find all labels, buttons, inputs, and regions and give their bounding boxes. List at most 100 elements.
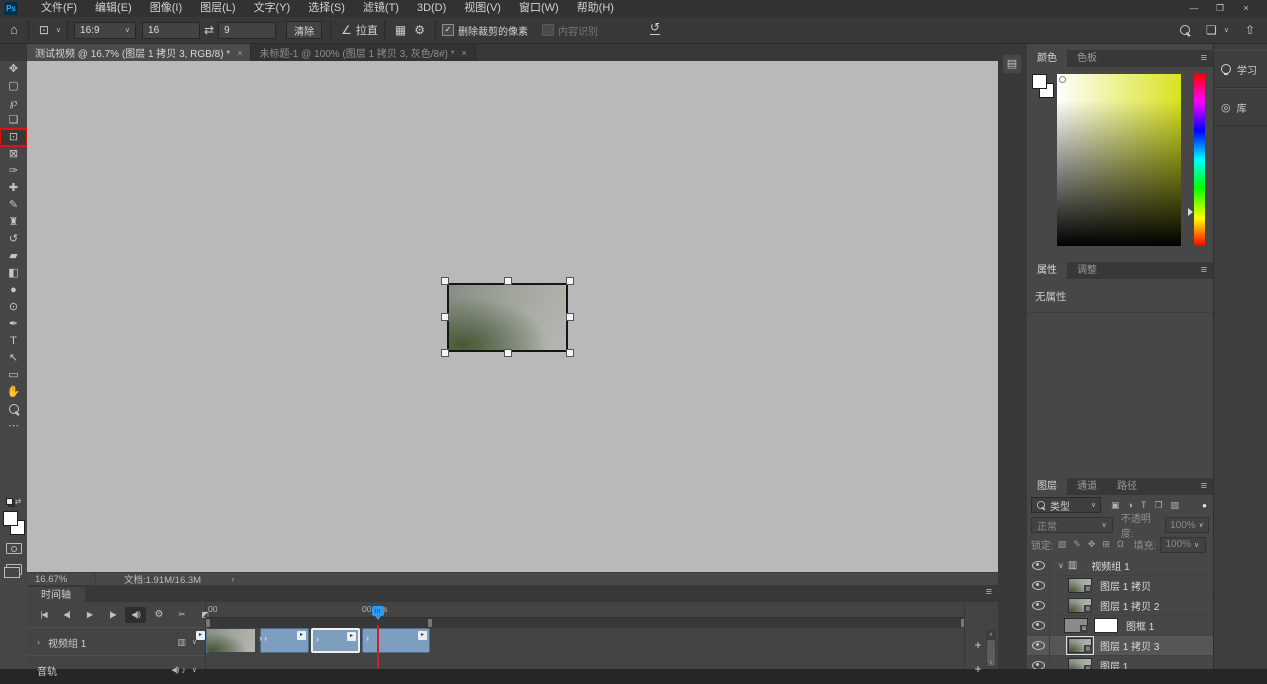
timeline-clip[interactable]: › ▸: [311, 628, 360, 653]
clip-properties-button[interactable]: ▸: [297, 631, 306, 640]
quick-mask-button[interactable]: [6, 543, 22, 554]
crop-handle[interactable]: [441, 349, 449, 357]
rectangle-tool[interactable]: ▭: [0, 367, 27, 384]
foreground-color-swatch[interactable]: [3, 511, 18, 526]
layer-filter-select[interactable]: 类型 ∨: [1031, 497, 1101, 513]
lock-icon[interactable]: ⊞: [1102, 539, 1110, 550]
layer-row[interactable]: ∨ ▥ ▥ ⊠ 图层 1 拷贝 2: [1027, 596, 1213, 616]
layer-thumbnail[interactable]: ▥: [1068, 658, 1092, 669]
document-image[interactable]: [447, 283, 568, 352]
eyedropper-tool[interactable]: ✑: [0, 163, 27, 180]
visibility-toggle[interactable]: [1027, 616, 1050, 635]
crop-handle[interactable]: [566, 349, 574, 357]
menu-item[interactable]: 文字(Y): [245, 0, 300, 17]
clip-chevron-icon[interactable]: ›: [264, 633, 267, 643]
scroll-down-icon[interactable]: ∨: [986, 659, 996, 666]
lock-icon[interactable]: ✎: [1073, 539, 1081, 550]
layer-row[interactable]: ∨ ▥ ▥ ⊠ 视频组 1: [1027, 556, 1213, 576]
document-tab[interactable]: 未标题-1 @ 100% (图层 1 拷贝 3, 灰色/8#) * ×: [251, 44, 475, 61]
chevron-icon[interactable]: ›: [37, 637, 40, 647]
type-tool[interactable]: T: [0, 333, 27, 350]
timeline-clip[interactable]: › ▸: [362, 628, 430, 653]
menu-item[interactable]: 选择(S): [299, 0, 354, 17]
clip-properties-button[interactable]: ▸: [196, 631, 205, 640]
window-control-icon[interactable]: ×: [1233, 0, 1259, 17]
hue-strip[interactable]: [1194, 74, 1205, 246]
add-audio-button[interactable]: +: [971, 662, 985, 676]
transport-button[interactable]: ✂: [171, 607, 192, 623]
panel-tab[interactable]: 图层: [1027, 478, 1067, 495]
menu-item[interactable]: 帮助(H): [568, 0, 623, 17]
history-panel-icon[interactable]: ▤: [1003, 55, 1021, 73]
hand-tool[interactable]: ✋: [0, 384, 27, 401]
chevron-down-icon[interactable]: ∨: [192, 666, 197, 674]
panel-tab[interactable]: 调整: [1067, 262, 1107, 279]
layer-row[interactable]: ∨ ▥ ▥ ⊠ 图框 1: [1027, 616, 1213, 636]
filter-toggle-icon[interactable]: ●: [1202, 501, 1207, 510]
crop-tool-icon[interactable]: ⊡: [35, 18, 53, 42]
speaker-icon[interactable]: ◀)): [171, 666, 178, 674]
timeline-ruler[interactable]: 00 00:30s: [206, 602, 965, 617]
move-tool[interactable]: ✥: [0, 61, 27, 78]
window-control-icon[interactable]: ❐: [1207, 0, 1233, 17]
work-area-end-handle[interactable]: [428, 619, 432, 627]
clip-chevron-icon[interactable]: ›: [366, 633, 369, 643]
panel-tab[interactable]: 色板: [1067, 50, 1107, 67]
swap-dimensions-icon[interactable]: ⇄: [200, 18, 218, 42]
window-control-icon[interactable]: —: [1181, 0, 1207, 17]
screen-mode-button[interactable]: [6, 564, 22, 575]
timeline-clip[interactable]: › ▸: [206, 628, 208, 653]
transport-button[interactable]: |▶: [102, 607, 123, 623]
pen-tool[interactable]: ✒: [0, 316, 27, 333]
transport-button[interactable]: ▶: [79, 607, 100, 623]
blur-tool[interactable]: ●: [0, 282, 27, 299]
visibility-toggle[interactable]: [1027, 656, 1050, 669]
frame-tool[interactable]: ⊠: [0, 146, 27, 163]
eraser-tool[interactable]: ▰: [0, 248, 27, 265]
panel-tab[interactable]: 通道: [1067, 478, 1107, 495]
gradient-tool[interactable]: ◧: [0, 265, 27, 282]
visibility-toggle[interactable]: [1027, 556, 1050, 575]
scroll-up-icon[interactable]: ∧: [986, 631, 996, 638]
frame-thumbnail[interactable]: ⊠: [1064, 618, 1088, 633]
crop-height-input[interactable]: [218, 22, 276, 39]
timeline-tracks-area[interactable]: 00 00:30s › ▸ › ▸: [206, 602, 965, 669]
filter-icon[interactable]: ❒: [1154, 500, 1162, 511]
canvas-area[interactable]: [27, 61, 998, 572]
film-icon[interactable]: ▥: [177, 637, 186, 648]
clone-stamp-tool[interactable]: ♜: [0, 214, 27, 231]
crop-width-input[interactable]: [142, 22, 200, 39]
timeline-scrollbar[interactable]: ∧ ∨: [986, 630, 996, 667]
hue-marker-icon[interactable]: [1188, 208, 1193, 216]
workspace-icon[interactable]: ❏: [1202, 18, 1221, 42]
audio-track-header[interactable]: 音轨 ◀)) ♪ ∨: [27, 655, 205, 684]
dodge-tool[interactable]: ⊙: [0, 299, 27, 316]
menu-item[interactable]: 滤镜(T): [354, 0, 408, 17]
crop-tool[interactable]: ⊡: [0, 129, 27, 146]
clip-chevron-icon[interactable]: ›: [259, 633, 262, 643]
healing-brush-tool[interactable]: ✚: [0, 180, 27, 197]
playhead[interactable]: [372, 606, 384, 616]
straighten-label[interactable]: 拉直: [356, 22, 378, 38]
learn-panel-button[interactable]: 学习: [1214, 50, 1267, 88]
chevron-down-icon[interactable]: ∨: [56, 26, 61, 34]
panel-menu-icon[interactable]: ≡: [1201, 262, 1207, 279]
visibility-toggle[interactable]: [1027, 596, 1050, 615]
overlay-options-icon[interactable]: ▦: [391, 18, 410, 42]
layer-thumbnail[interactable]: ▥: [1068, 598, 1092, 613]
panel-menu-icon[interactable]: ≡: [986, 586, 992, 598]
edit-toolbar-button[interactable]: ⋯: [0, 418, 27, 435]
transport-button[interactable]: ◀)): [125, 607, 146, 623]
crop-handle[interactable]: [441, 313, 449, 321]
crop-handle[interactable]: [504, 277, 512, 285]
clear-button[interactable]: 清除: [286, 21, 322, 39]
clip-properties-button[interactable]: ▸: [418, 631, 427, 640]
timeline-clip[interactable]: › ▸: [260, 628, 309, 653]
libraries-panel-button[interactable]: ◎ 库: [1214, 88, 1267, 126]
foreground-color-swatch[interactable]: [1032, 74, 1047, 89]
filter-icon[interactable]: ▣: [1111, 500, 1120, 511]
default-swap-colors[interactable]: ⇄: [0, 495, 27, 507]
crop-handle[interactable]: [566, 313, 574, 321]
layer-row[interactable]: ∨ ▥ ▥ ⊠ 图层 1 拷贝 3: [1027, 636, 1213, 656]
menu-item[interactable]: 文件(F): [32, 0, 86, 17]
